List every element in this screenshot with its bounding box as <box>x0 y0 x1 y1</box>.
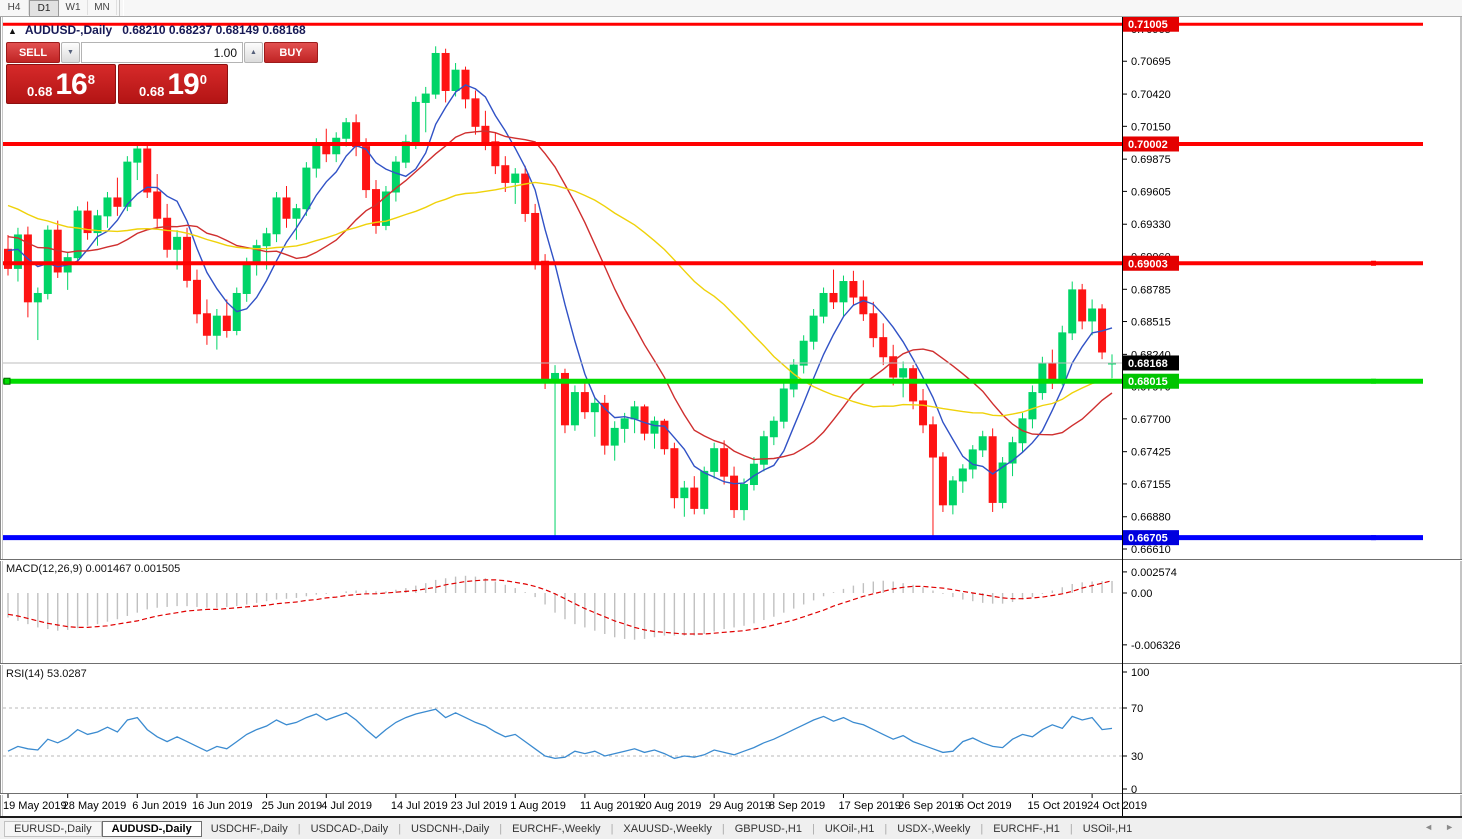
date-axis-label: 23 Jul 2019 <box>451 800 508 812</box>
chart-window-background <box>1 17 1462 818</box>
volume-input[interactable] <box>81 42 243 63</box>
trading-platform-window: { "toolbar": { "timeframes": [ {"label":… <box>0 0 1462 839</box>
macd-axis-label: 0.002574 <box>1131 567 1177 579</box>
tab-eurusd-daily[interactable]: EURUSD-,Daily <box>4 821 102 837</box>
level-line-handle[interactable] <box>1371 261 1376 266</box>
buy-price-panel[interactable]: 0.68 19 0 <box>118 64 228 104</box>
date-axis-label: 8 Sep 2019 <box>769 800 825 812</box>
tab-eurchf-h1[interactable]: EURCHF-,H1 <box>984 822 1069 836</box>
timeframe-button-d1[interactable]: D1 <box>29 0 59 17</box>
price-badge-label: 0.68168 <box>1128 358 1168 370</box>
timeframe-button-w1[interactable]: W1 <box>59 0 88 15</box>
chart-canvas[interactable]: 0.709650.706950.704200.701500.698750.696… <box>0 0 1462 839</box>
price-axis-label: 0.70420 <box>1131 89 1171 101</box>
chart-title: ▲ AUDUSD-,Daily 0.68210 0.68237 0.68149 … <box>8 23 306 37</box>
date-axis-label: 1 Aug 2019 <box>510 800 566 812</box>
tab-usdcad-daily[interactable]: USDCAD-,Daily <box>302 822 398 836</box>
date-axis-label: 25 Jun 2019 <box>262 800 323 812</box>
price-axis-label: 0.69330 <box>1131 219 1171 231</box>
tab-usoil-h1[interactable]: USOil-,H1 <box>1074 822 1142 836</box>
sell-price-prefix: 0.68 <box>27 85 52 98</box>
date-axis-label: 19 May 2019 <box>3 800 67 812</box>
rsi-axis-label: 30 <box>1131 751 1143 763</box>
tab-audusd-daily[interactable]: AUDUSD-,Daily <box>102 821 202 837</box>
date-axis-label: 28 May 2019 <box>63 800 127 812</box>
tab-ukoil-h1[interactable]: UKOil-,H1 <box>816 822 884 836</box>
macd-axis-label: -0.006326 <box>1131 640 1181 652</box>
price-badge-label: 0.68015 <box>1128 376 1168 388</box>
tab-scroll-left-icon[interactable]: ◄ <box>1424 822 1433 832</box>
sell-price-point: 8 <box>88 73 95 86</box>
level-line-handle[interactable] <box>1371 379 1376 384</box>
price-badge-label: 0.69003 <box>1128 258 1168 270</box>
timeframe-toolbar: H4D1W1MN <box>0 0 1462 17</box>
collapse-triangle-icon[interactable]: ▲ <box>8 26 17 36</box>
tab-gbpusd-h1[interactable]: GBPUSD-,H1 <box>726 822 811 836</box>
buy-price-point: 0 <box>200 73 207 86</box>
price-axis-label: 0.69605 <box>1131 186 1171 198</box>
macd-indicator-label: MACD(12,26,9) 0.001467 0.001505 <box>6 563 180 575</box>
date-axis-label: 6 Oct 2019 <box>958 800 1012 812</box>
price-badge-label: 0.70002 <box>1128 139 1168 151</box>
price-axis-label: 0.67425 <box>1131 447 1171 459</box>
arrow-up-icon: ▲ <box>250 49 257 56</box>
volume-decrease-button[interactable]: ▼ <box>61 42 80 63</box>
macd-axis-label: 0.00 <box>1131 588 1152 600</box>
tab-usdchf-daily[interactable]: USDCHF-,Daily <box>202 822 297 836</box>
buy-price-prefix: 0.68 <box>139 85 164 98</box>
tab-eurchf-weekly[interactable]: EURCHF-,Weekly <box>503 822 609 836</box>
level-line-handle[interactable] <box>4 378 10 384</box>
symbol-tab-bar: EURUSD-,DailyAUDUSD-,DailyUSDCHF-,Daily|… <box>0 818 1462 839</box>
level-line-handle[interactable] <box>1371 535 1376 540</box>
chart-ohlc-values: 0.68210 0.68237 0.68149 0.68168 <box>122 23 306 37</box>
tab-usdx-weekly[interactable]: USDX-,Weekly <box>888 822 979 836</box>
date-axis-label: 6 Jun 2019 <box>132 800 186 812</box>
price-axis-label: 0.68515 <box>1131 317 1171 329</box>
sell-price-panel[interactable]: 0.68 16 8 <box>6 64 116 104</box>
sell-price-pips: 16 <box>55 70 86 100</box>
price-badge-label: 0.71005 <box>1128 19 1168 31</box>
price-axis-label: 0.66610 <box>1131 544 1171 556</box>
price-axis-label: 0.67155 <box>1131 479 1171 491</box>
date-axis-label: 26 Sep 2019 <box>898 800 960 812</box>
date-axis-label: 24 Oct 2019 <box>1087 800 1147 812</box>
tab-usdcnh-daily[interactable]: USDCNH-,Daily <box>402 822 498 836</box>
buy-button[interactable]: BUY <box>264 42 318 63</box>
timeframe-button-mn[interactable]: MN <box>88 0 117 15</box>
one-click-trading-widget: SELL ▼ ▲ BUY 0.68 16 8 0.68 19 0 <box>6 42 228 104</box>
date-axis-label: 15 Oct 2019 <box>1027 800 1087 812</box>
price-axis-label: 0.70150 <box>1131 121 1171 133</box>
date-axis-label: 11 Aug 2019 <box>580 800 641 812</box>
date-axis-label: 29 Aug 2019 <box>709 800 771 812</box>
price-axis-label: 0.70695 <box>1131 56 1171 68</box>
tab-scroll-controls: ◄ ► <box>1424 822 1454 832</box>
date-axis-label: 16 Jun 2019 <box>192 800 253 812</box>
toolbar-separator <box>119 0 124 16</box>
date-axis-label: 17 Sep 2019 <box>838 800 900 812</box>
price-badge-label: 0.66705 <box>1128 533 1168 545</box>
date-axis-label: 14 Jul 2019 <box>391 800 448 812</box>
tab-scroll-right-icon[interactable]: ► <box>1445 822 1454 832</box>
rsi-indicator-label: RSI(14) 53.0287 <box>6 668 87 680</box>
rsi-axis-label: 0 <box>1131 784 1137 796</box>
date-axis-label: 20 Aug 2019 <box>640 800 702 812</box>
tab-xauusd-weekly[interactable]: XAUUSD-,Weekly <box>614 822 720 836</box>
chart-symbol-label: AUDUSD-,Daily <box>25 23 112 37</box>
timeframe-button-h4[interactable]: H4 <box>0 0 29 15</box>
buy-price-pips: 19 <box>167 70 198 100</box>
rsi-axis-label: 70 <box>1131 703 1143 715</box>
sell-button[interactable]: SELL <box>6 42 60 63</box>
date-axis-label: 4 Jul 2019 <box>321 800 372 812</box>
volume-increase-button[interactable]: ▲ <box>244 42 263 63</box>
price-axis-label: 0.68785 <box>1131 284 1171 296</box>
price-axis-label: 0.67700 <box>1131 414 1171 426</box>
rsi-axis-label: 100 <box>1131 667 1149 679</box>
price-axis-label: 0.69875 <box>1131 154 1171 166</box>
arrow-down-icon: ▼ <box>67 49 74 56</box>
price-axis-label: 0.66880 <box>1131 512 1171 524</box>
